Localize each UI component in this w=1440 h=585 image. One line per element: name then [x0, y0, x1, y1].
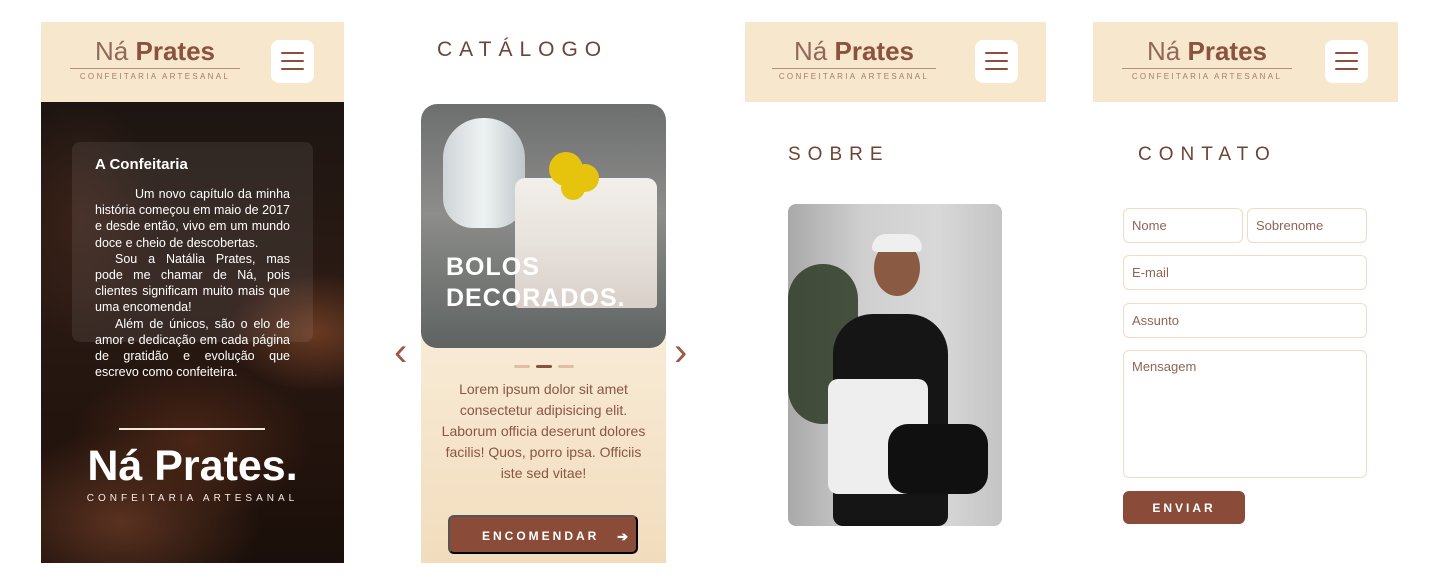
cake-image[interactable]: BOLOS DECORADOS. [421, 104, 666, 348]
brand-logo[interactable]: Ná Prates CONFEITARIA ARTESANAL [1122, 36, 1292, 81]
brand-name: Ná Prates [95, 36, 215, 66]
about-text: Um novo capítulo da minha história começ… [95, 187, 290, 380]
contact-title: CONTATO [1138, 144, 1277, 165]
order-button[interactable]: ENCOMENDAR ➔ [448, 515, 638, 554]
catalog-card: BOLOS DECORADOS. Lorem ipsum dolor sit a… [421, 104, 666, 563]
site-header: Ná Prates CONFEITARIA ARTESANAL [41, 22, 344, 102]
brand-subtitle: CONFEITARIA ARTESANAL [1131, 72, 1283, 81]
brand-subtitle: CONFEITARIA ARTESANAL [79, 72, 231, 81]
jug-shape [443, 118, 525, 228]
brand-name: Ná Prates [794, 36, 914, 66]
hero-name: Ná Prates. [87, 442, 298, 490]
hero-subtitle: CONFEITARIA ARTESANAL [86, 493, 299, 504]
last-name-field[interactable] [1247, 208, 1367, 243]
chevron-right-icon[interactable]: › [674, 332, 687, 372]
home-panel: Ná Prates CONFEITARIA ARTESANAL A Confei… [41, 22, 344, 563]
slide-caption: BOLOS DECORADOS. [446, 253, 626, 312]
contact-panel: Ná Prates CONFEITARIA ARTESANAL CONTATO … [1093, 22, 1398, 563]
catalog-title: CATÁLOGO [437, 38, 609, 61]
catalog-panel: CATÁLOGO ‹ BOLOS DECORADOS. Lorem ipsum … [390, 22, 710, 563]
slide-dot[interactable] [558, 365, 574, 368]
flower-shape [561, 176, 585, 200]
brand-subtitle: CONFEITARIA ARTESANAL [778, 72, 930, 81]
leg-shape [888, 424, 988, 494]
headband-shape [872, 234, 922, 252]
catalog-description: Lorem ipsum dolor sit amet consectetur a… [441, 381, 646, 481]
slide-dot-active[interactable] [536, 365, 552, 368]
hamburger-menu-icon[interactable] [975, 40, 1018, 83]
confectioner-photo [788, 204, 1002, 526]
about-title: A Confeitaria [95, 156, 188, 173]
hero-section: A Confeitaria Um novo capítulo da minha … [41, 102, 344, 563]
hamburger-menu-icon[interactable] [1325, 40, 1368, 83]
brand-name: Ná Prates [1147, 36, 1267, 66]
site-header: Ná Prates CONFEITARIA ARTESANAL [745, 22, 1046, 102]
brand-logo[interactable]: Ná Prates CONFEITARIA ARTESANAL [69, 36, 241, 81]
divider [119, 428, 265, 430]
message-field[interactable] [1123, 350, 1367, 478]
email-field[interactable] [1123, 255, 1367, 290]
about-panel: Ná Prates CONFEITARIA ARTESANAL SOBRE [745, 22, 1046, 563]
first-name-field[interactable] [1123, 208, 1243, 243]
slide-indicators [514, 365, 574, 369]
slide-dot[interactable] [514, 365, 530, 368]
site-header: Ná Prates CONFEITARIA ARTESANAL [1093, 22, 1398, 102]
brand-logo[interactable]: Ná Prates CONFEITARIA ARTESANAL [772, 36, 936, 81]
send-button[interactable]: ENVIAR [1123, 491, 1245, 524]
arrow-right-icon: ➔ [617, 529, 628, 544]
subject-field[interactable] [1123, 303, 1367, 338]
hamburger-menu-icon[interactable] [271, 40, 314, 83]
chevron-left-icon[interactable]: ‹ [394, 332, 407, 372]
about-title: SOBRE [788, 144, 890, 165]
